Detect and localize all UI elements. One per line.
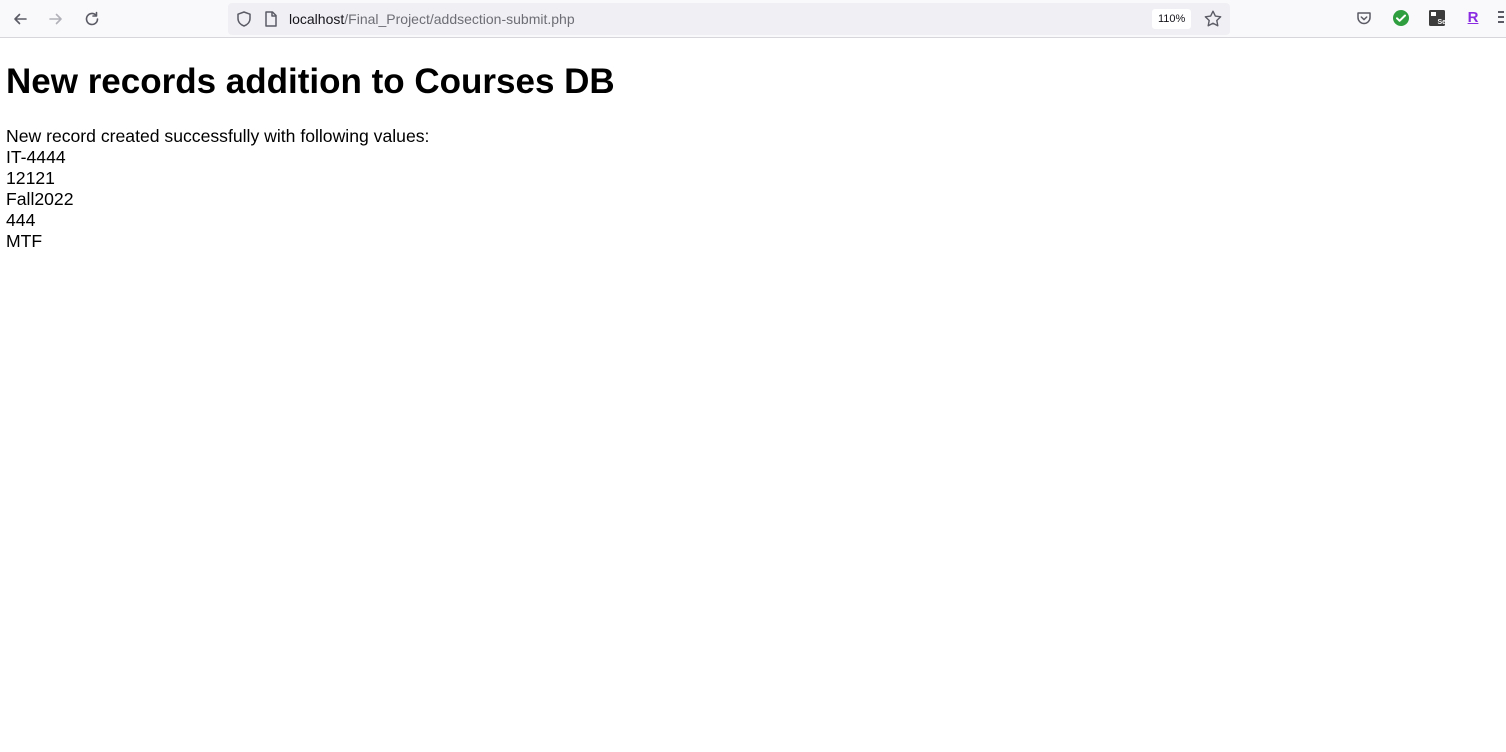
forward-button[interactable]	[41, 4, 71, 34]
url-path: /Final_Project/addsection-submit.php	[344, 11, 575, 27]
page-heading: New records addition to Courses DB	[6, 62, 615, 101]
record-value: Fall2022	[6, 189, 74, 209]
back-button[interactable]	[5, 4, 35, 34]
url-text[interactable]: localhost/Final_Project/addsection-submi…	[289, 11, 575, 27]
svg-text:Se: Se	[1438, 19, 1447, 26]
reload-icon	[83, 10, 101, 28]
zoom-level-button[interactable]: 110%	[1152, 9, 1192, 29]
back-arrow-icon	[11, 10, 29, 28]
bookmark-star-icon[interactable]	[1203, 9, 1223, 34]
record-value: MTF	[6, 231, 43, 251]
r-extension-icon[interactable]: R	[1463, 8, 1483, 28]
success-message: New record created successfully with fol…	[6, 126, 430, 146]
record-value: 444	[6, 210, 36, 230]
selenium-extension-icon[interactable]: Se	[1427, 8, 1447, 28]
record-value: IT-4444	[6, 147, 66, 167]
menu-icon[interactable]	[1498, 11, 1506, 26]
page-content: New records addition to Courses DB New r…	[0, 61, 1506, 252]
reload-button[interactable]	[77, 4, 107, 34]
url-host: localhost	[289, 11, 345, 27]
check-extension-icon[interactable]	[1391, 8, 1411, 28]
browser-toolbar: localhost/Final_Project/addsection-submi…	[0, 0, 1506, 38]
address-bar[interactable]: localhost/Final_Project/addsection-submi…	[228, 3, 1230, 35]
forward-arrow-icon	[47, 10, 65, 28]
shield-icon[interactable]	[235, 10, 253, 33]
record-value: 12121	[6, 168, 55, 188]
page-icon[interactable]	[263, 10, 279, 33]
pocket-icon[interactable]	[1354, 8, 1374, 28]
